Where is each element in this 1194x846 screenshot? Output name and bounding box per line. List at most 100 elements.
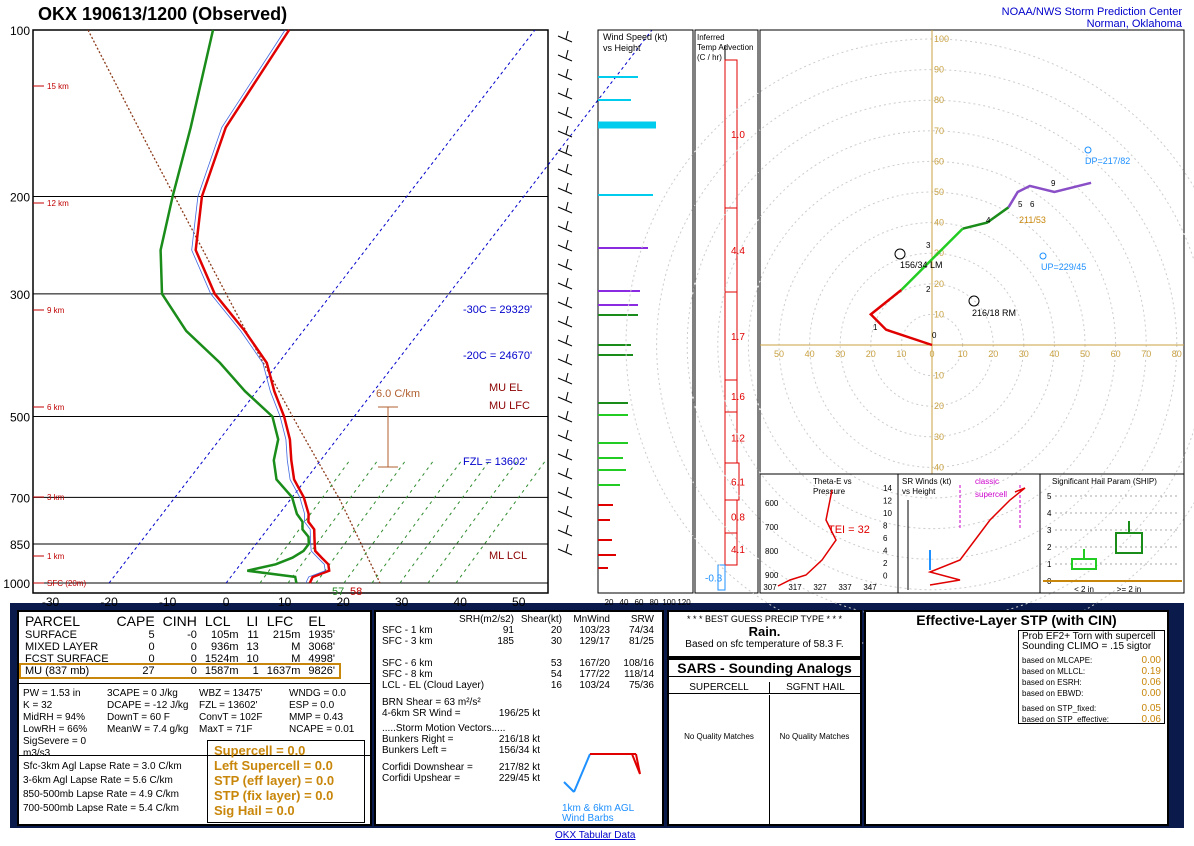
kin-cell xyxy=(514,647,562,658)
tabular-data-link[interactable]: OKX Tabular Data xyxy=(555,830,635,841)
kin-cell: 156/34 kt xyxy=(498,745,540,756)
index-value: MidRH = 94% xyxy=(23,712,85,723)
hodo-x-tick: 50 xyxy=(1080,349,1090,359)
stp-prob-box: Prob EF2+ Torn with supercell Sounding C… xyxy=(1018,630,1165,725)
hodo-height-mark: 3 xyxy=(926,241,931,250)
kin-cell: SRW xyxy=(630,614,654,625)
parcel-row: FCST SURFACE 0 0 1524m 10 M 4998' xyxy=(21,653,339,665)
kin-cell: 196/25 kt xyxy=(498,708,540,719)
height-label: 12 km xyxy=(47,199,69,208)
ship-cat: >= 2 in xyxy=(1117,585,1141,594)
wind-tick: 40 xyxy=(620,598,629,607)
hodo-ring-label: 30 xyxy=(934,432,944,442)
kin-cell: 4-6km SR Wind = xyxy=(382,708,461,719)
theta-ytick: 900 xyxy=(765,571,779,580)
height-label: 15 km xyxy=(47,82,69,91)
temp-tick-label: -30 xyxy=(42,595,60,609)
lapse-rate-label: 6.0 C/km xyxy=(376,388,420,400)
parcel-cell: 3068' xyxy=(308,641,335,653)
parcel-cell: 1935' xyxy=(308,629,335,641)
kin-cell xyxy=(492,669,514,680)
hodo-ring-label: 90 xyxy=(934,65,944,75)
srw-ytick: 4 xyxy=(883,547,888,556)
parcel-cell: 10 xyxy=(246,653,259,665)
kinematics-panel: SRH(m2/s2) Shear(kt) MnWind SRW SFC - 1 km 91… xyxy=(374,610,664,826)
tabular-data-anchor[interactable]: OKX Tabular Data xyxy=(555,830,635,841)
index-value: PW = 1.53 in xyxy=(23,688,81,699)
org-line-1: NOAA/NWS Storm Prediction Center xyxy=(1001,6,1182,18)
parcel-cell: 27 xyxy=(142,665,155,677)
composite-param: STP (fix layer) = 0.0 xyxy=(214,788,334,803)
parcel-cell: 0 xyxy=(148,641,155,653)
composite-param: Sig Hail = 0.0 xyxy=(214,803,295,818)
kin-cell: .....Storm Motion Vectors..... xyxy=(382,723,506,734)
parcel-cell: 1524m xyxy=(204,653,239,665)
pressure-label: 1000 xyxy=(3,577,30,591)
kin-cell: 129/17 xyxy=(579,636,610,647)
stp-prob-value: 0.00 xyxy=(1141,688,1161,699)
index-value: SigSevere = 0 m3/s3 xyxy=(23,736,87,759)
parcel-cell: 936m xyxy=(211,641,239,653)
srw-ytick: 2 xyxy=(883,559,888,568)
composite-param: Left Supercell = 0.0 xyxy=(214,758,333,773)
kin-row: SFC - 8 km 54 177/22 118/14 xyxy=(382,669,658,680)
precip-title: * * * BEST GUESS PRECIP TYPE * * * xyxy=(686,614,843,624)
kin-cell xyxy=(492,647,514,658)
kin-header: SRH(m2/s2) Shear(kt) MnWind SRW xyxy=(382,614,658,625)
eff-label: 211/53 xyxy=(1019,215,1046,225)
kin-srwind: 4-6km SR Wind = 196/25 kt xyxy=(382,708,658,719)
kin-row: LCL - EL (Cloud Layer) 16 103/24 75/36 xyxy=(382,680,658,691)
precip-note: Based on sfc temperature of 58.3 F. xyxy=(685,639,844,650)
page-title: OKX 190613/1200 (Observed) xyxy=(38,4,288,24)
parcel-cell: 1587m xyxy=(204,665,239,677)
parcel-cell: MU (837 mb) xyxy=(25,665,90,677)
hodo-x-tick: 80 xyxy=(1172,349,1182,359)
org-credit: NOAA/NWS Storm Prediction Center Norman,… xyxy=(1002,6,1182,30)
parcel-cell: 9826' xyxy=(308,665,335,677)
kin-row: SFC - 1 km 91 20 103/23 74/34 xyxy=(382,625,658,636)
hodo-x-tick: 40 xyxy=(1049,349,1059,359)
stp-prob-label: based on ESRH: xyxy=(1022,678,1082,687)
kin-cell: 108/16 xyxy=(623,658,654,669)
temp-tick-label: -20 xyxy=(100,595,118,609)
adv-value: 1.7 xyxy=(731,332,745,343)
temp-tick-label: 30 xyxy=(395,595,409,609)
pressure-label: 100 xyxy=(10,24,30,38)
composite-param: Supercell = 0.0 xyxy=(214,743,306,758)
up-label: UP=229/45 xyxy=(1041,262,1086,272)
stp-prob-label: based on STP_fixed: xyxy=(1022,704,1097,713)
kin-cell: 75/36 xyxy=(628,680,654,691)
parcel-level-label: MU EL xyxy=(489,382,523,394)
index-value: DownT = 60 F xyxy=(107,712,170,723)
parcel-cell: 1 xyxy=(252,665,259,677)
parcel-cell: 4998' xyxy=(308,653,335,665)
parcel-header: CAPE xyxy=(116,613,155,629)
sars-col-supercell: SUPERCELL xyxy=(669,682,769,694)
kin-cell xyxy=(492,680,514,691)
hodo-x-tick: 10 xyxy=(958,349,968,359)
ship-ytick: 2 xyxy=(1047,543,1052,552)
stp-prob-row: based on MLLCL: 0.19 xyxy=(1022,666,1161,677)
parcel-cell: 0 xyxy=(190,653,197,665)
parcel-header: LI xyxy=(246,613,259,629)
kin-cell: 74/34 xyxy=(628,625,654,636)
adv-value: 1.6 xyxy=(731,392,745,403)
pressure-label: 700 xyxy=(10,491,30,505)
hodo-x-tick: 30 xyxy=(1019,349,1029,359)
parcel-level-label: MU LFC xyxy=(489,400,530,412)
isotherm-label: FZL = 13602' xyxy=(463,456,527,468)
index-value: ESP = 0.0 xyxy=(289,700,335,711)
adv-value: 4.4 xyxy=(731,246,745,257)
lm-label: 156/34 LM xyxy=(900,260,943,270)
temp-tick-label: 0 xyxy=(223,595,230,609)
wind-tick: 60 xyxy=(635,598,644,607)
sars-nomatch-hail: No Quality Matches xyxy=(779,732,850,741)
sars-nomatch-supercell: No Quality Matches xyxy=(684,732,754,741)
hodo-x-tick: 30 xyxy=(835,349,845,359)
hodo-ring-label: 40 xyxy=(934,462,944,472)
stp-prob-label: based on MLLCL: xyxy=(1022,667,1086,676)
pressure-label: 200 xyxy=(10,190,30,204)
temp-tick-label: 50 xyxy=(512,595,526,609)
kin-cell: Shear(kt) xyxy=(520,614,562,625)
parcel-cell: 13 xyxy=(246,641,259,653)
